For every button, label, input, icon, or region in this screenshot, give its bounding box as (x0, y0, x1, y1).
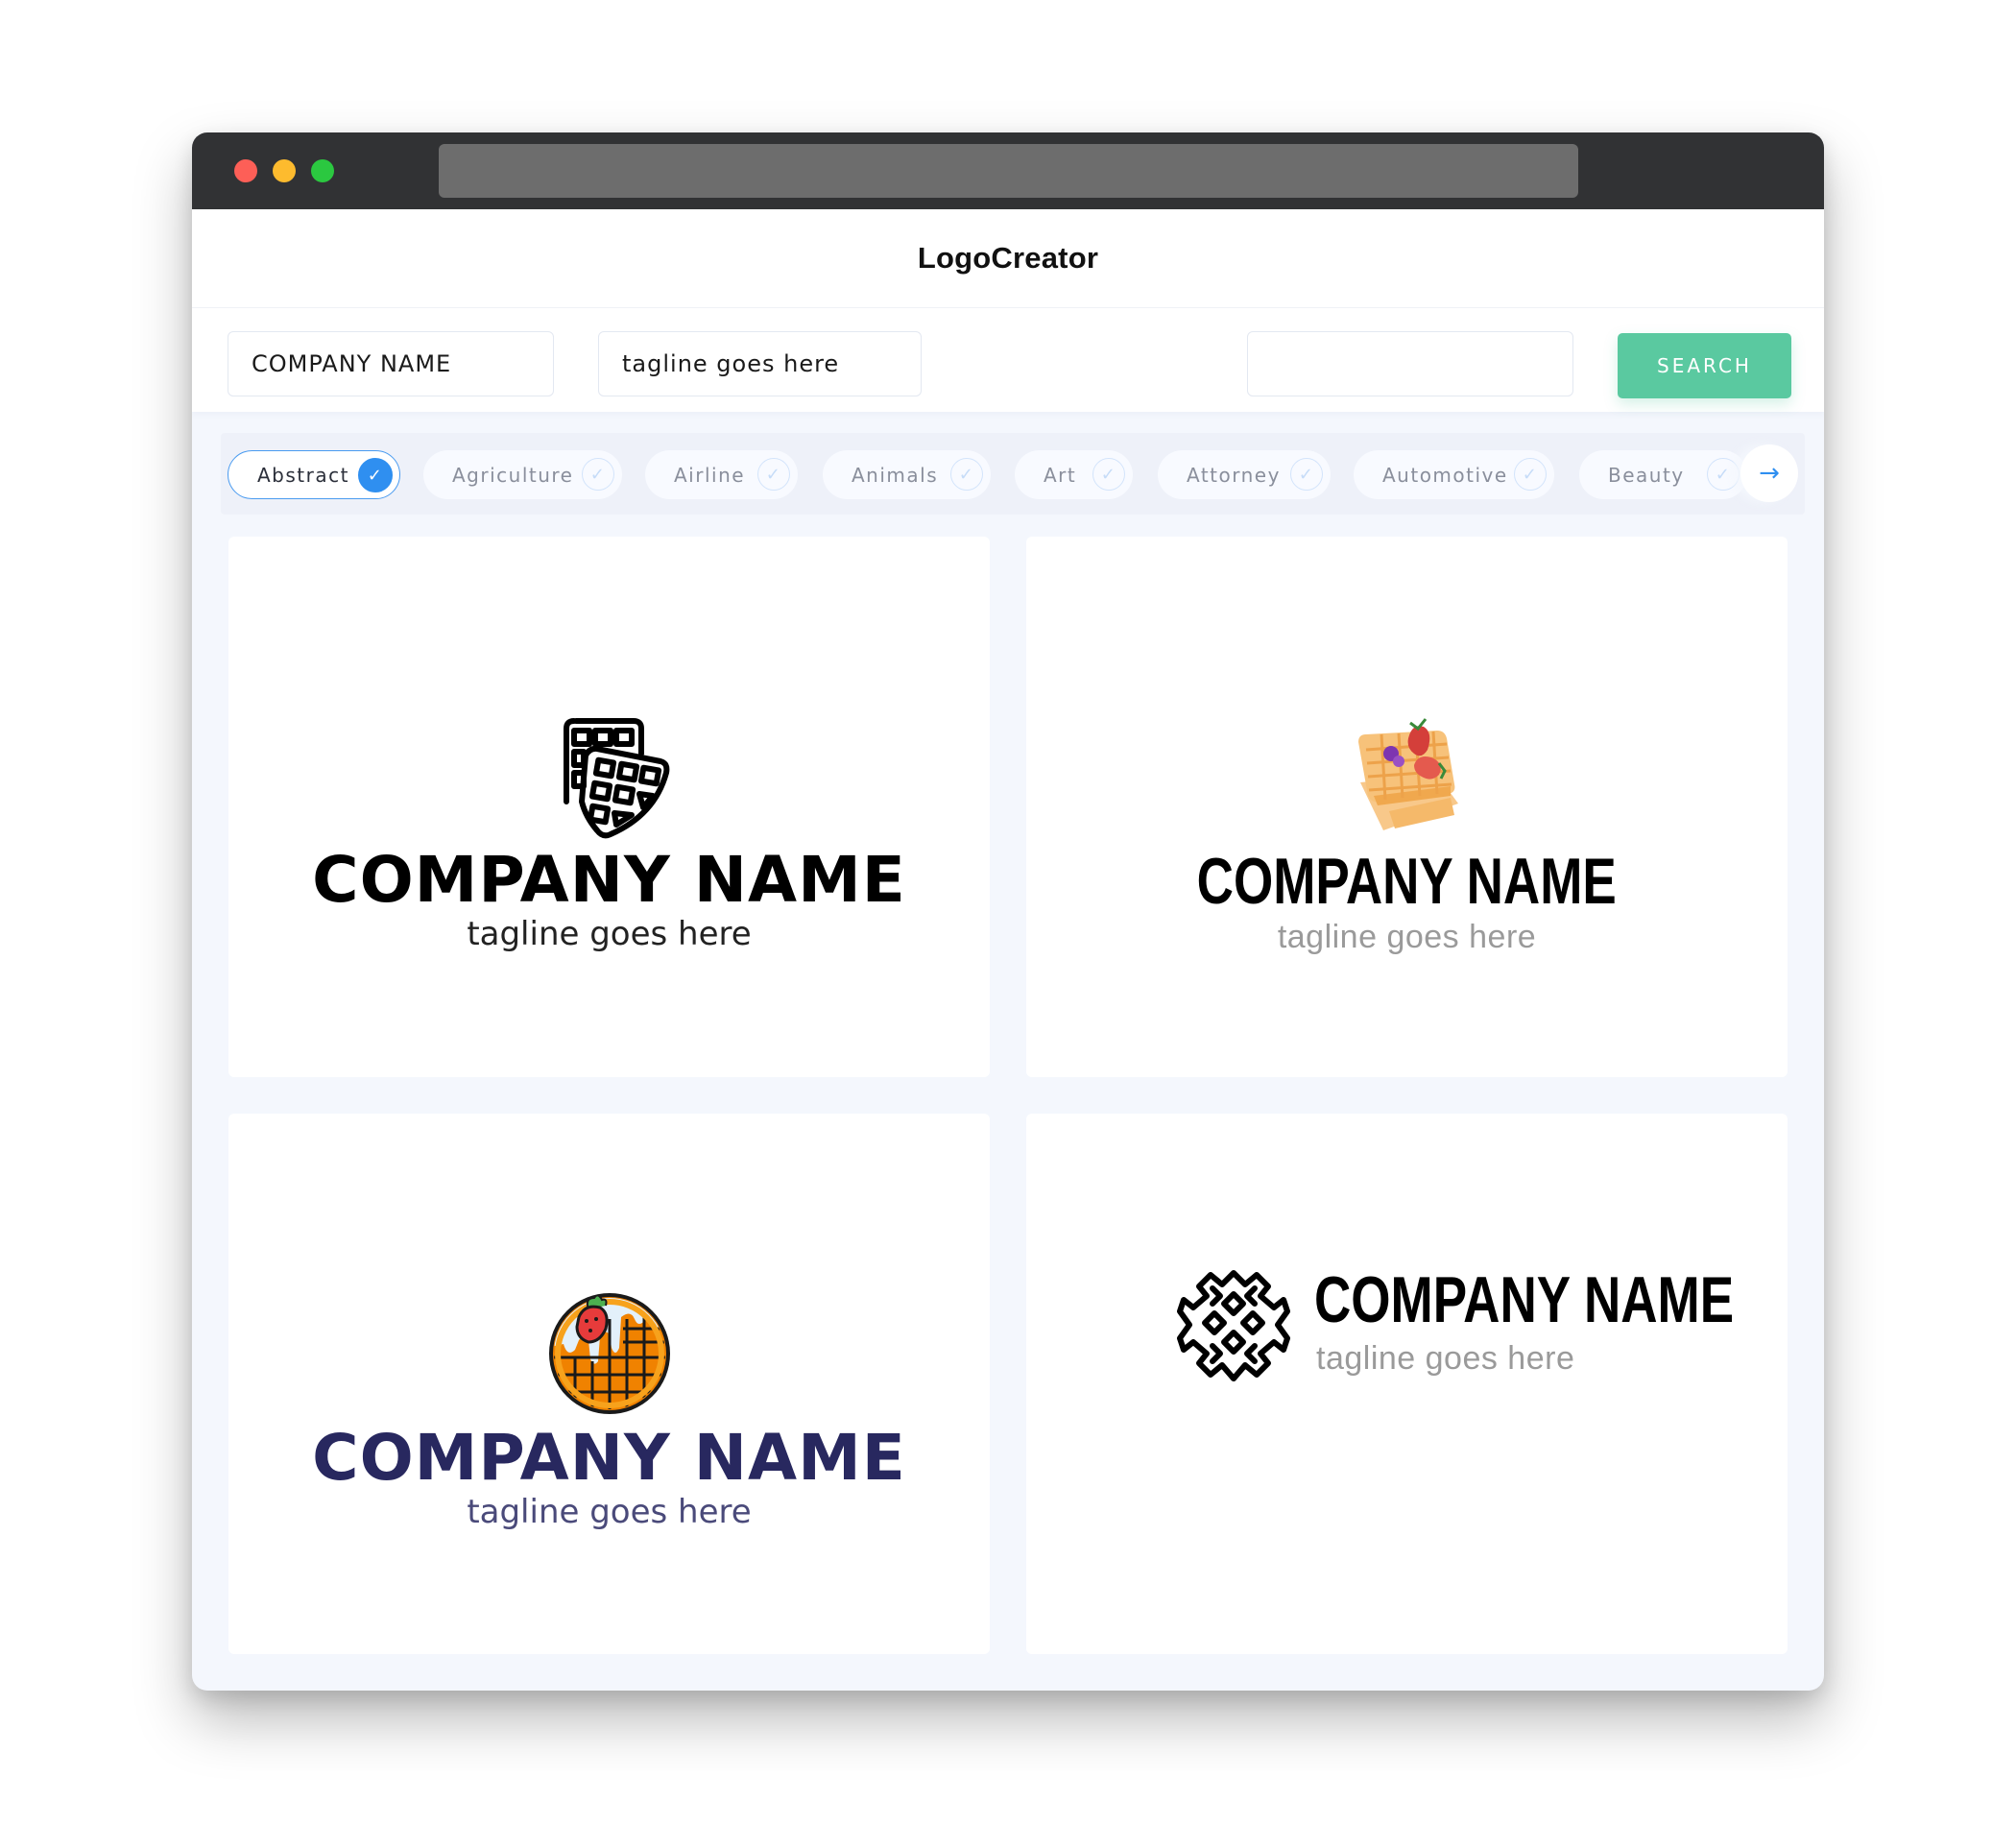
company-name-input[interactable] (228, 331, 554, 396)
category-chip-beauty[interactable]: Beauty ✓ (1579, 450, 1747, 499)
tagline-text: tagline goes here (1316, 1340, 1575, 1377)
check-icon: ✓ (358, 458, 393, 492)
waffle-berries-icon (1358, 718, 1458, 830)
search-button[interactable]: SEARCH (1618, 333, 1791, 398)
chip-label: Agriculture (452, 463, 574, 487)
category-chip-automotive[interactable]: Automotive ✓ (1354, 450, 1554, 499)
search-toolbar: SEARCH (192, 307, 1824, 412)
chip-label: Automotive (1382, 463, 1508, 487)
chip-label: Attorney (1187, 463, 1281, 487)
logo-card[interactable]: COMPANY NAME tagline goes here (1026, 537, 1788, 1077)
waffle-outline-icon (564, 718, 670, 839)
category-chip-agriculture[interactable]: Agriculture ✓ (423, 450, 622, 499)
tagline-input[interactable] (598, 331, 922, 396)
company-name-wrap: COMPANY NAME (1314, 1267, 1788, 1332)
company-name-text: COMPANY NAME (312, 843, 906, 917)
check-icon: ✓ (582, 458, 614, 491)
chip-label: Abstract (257, 463, 349, 487)
keyword-input[interactable] (1247, 331, 1573, 396)
arrow-right-icon: → (1759, 459, 1780, 488)
company-name-text: COMPANY NAME (1196, 845, 1618, 918)
tagline-text: tagline goes here (467, 1493, 752, 1531)
category-chip-abstract[interactable]: Abstract ✓ (228, 450, 400, 499)
browser-window: LogoCreator SEARCH Abstract ✓ Agricultur… (192, 132, 1824, 1691)
check-icon: ✓ (1514, 458, 1547, 491)
chip-label: Beauty (1608, 463, 1685, 487)
waffle-lattice-icon (1177, 1270, 1290, 1381)
check-icon: ✓ (1290, 458, 1323, 491)
chip-label: Airline (674, 463, 746, 487)
category-filter-bar: Abstract ✓ Agriculture ✓ Airline ✓ Anima… (221, 433, 1805, 515)
close-window-button[interactable] (234, 159, 257, 182)
chip-label: Animals (852, 463, 939, 487)
company-name-wrap: COMPANY NAME (1026, 849, 1788, 914)
company-name-text: COMPANY NAME (1314, 1263, 1735, 1336)
app-title[interactable]: LogoCreator (918, 241, 1098, 276)
check-icon: ✓ (1707, 458, 1740, 491)
chip-label: Art (1044, 463, 1077, 487)
logo-card[interactable]: COMPANY NAME tagline goes here (1026, 1114, 1788, 1654)
check-icon: ✓ (757, 458, 790, 491)
category-chip-animals[interactable]: Animals ✓ (823, 450, 991, 499)
app-header: LogoCreator (192, 209, 1824, 307)
check-icon: ✓ (1092, 458, 1125, 491)
address-bar[interactable] (439, 144, 1578, 198)
round-waffle-strawberry-icon (549, 1293, 670, 1414)
logo-card[interactable]: COMPANY NAME tagline goes here (228, 1114, 990, 1654)
maximize-window-button[interactable] (311, 159, 334, 182)
tagline-text: tagline goes here (467, 915, 752, 953)
minimize-window-button[interactable] (273, 159, 296, 182)
category-chip-art[interactable]: Art ✓ (1015, 450, 1133, 499)
category-chip-airline[interactable]: Airline ✓ (645, 450, 798, 499)
company-name-text: COMPANY NAME (312, 1421, 906, 1495)
title-bar (192, 132, 1824, 209)
tagline-text: tagline goes here (1277, 919, 1537, 955)
category-chip-attorney[interactable]: Attorney ✓ (1158, 450, 1331, 499)
next-categories-button[interactable]: → (1740, 444, 1798, 502)
logo-card[interactable]: COMPANY NAME tagline goes here (228, 537, 990, 1077)
check-icon: ✓ (950, 458, 983, 491)
